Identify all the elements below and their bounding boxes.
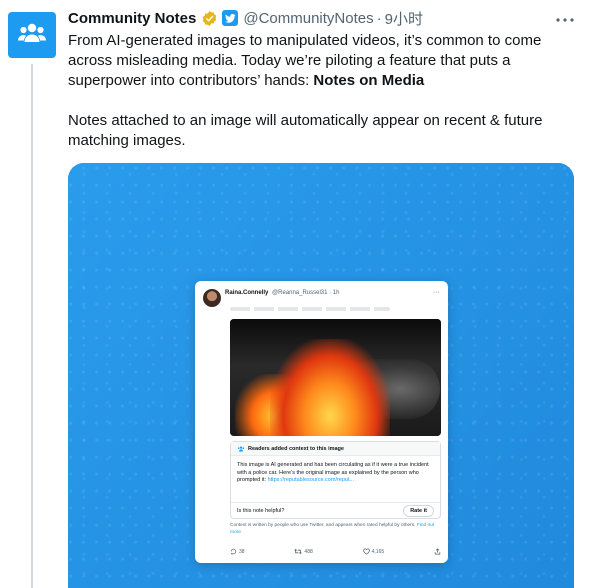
card-retweet: 488 xyxy=(294,548,313,557)
twitter-bird-badge-icon[interactable] xyxy=(222,10,239,26)
retweet-count: 488 xyxy=(304,549,313,555)
tweet-paragraph-2: Notes attached to an image will automati… xyxy=(68,112,543,149)
tweet-paragraph-1: From AI-generated images to manipulated … xyxy=(68,31,574,91)
tweet-media-image[interactable]: Raina.Connelly @Reanna_Russel31 · 1h ··· xyxy=(68,163,574,588)
tweet-header: Community Notes @CommunityNotes · 9小时 xyxy=(68,8,423,28)
separator-dot: · xyxy=(376,9,382,27)
card-author-name: Raina.Connelly xyxy=(225,290,269,296)
community-note-box: Readers added context to this image This… xyxy=(230,441,441,519)
reply-icon xyxy=(230,548,237,557)
card-text-placeholder xyxy=(230,307,390,311)
like-count: 4,165 xyxy=(371,549,385,555)
embedded-tweet-card: Raina.Connelly @Reanna_Russel31 · 1h ··· xyxy=(195,281,448,563)
note-link: https://reputablesource.com/reput... xyxy=(267,477,355,483)
note-body: This image is AI generated and has been … xyxy=(237,462,437,485)
verified-badge-icon[interactable] xyxy=(201,10,218,27)
tweet-paragraph-1-bold: Notes on Media xyxy=(313,72,425,89)
share-icon xyxy=(434,547,441,557)
tweet-paragraph-1-text: From AI-generated images to manipulated … xyxy=(68,32,542,89)
author-handle[interactable]: @CommunityNotes xyxy=(243,10,373,27)
thread-line xyxy=(31,64,33,588)
card-header: Raina.Connelly @Reanna_Russel31 · 1h xyxy=(225,290,339,296)
rate-it-button: Rate it xyxy=(403,505,434,517)
community-notes-avatar[interactable] xyxy=(8,12,56,58)
more-options-button[interactable] xyxy=(552,6,578,30)
tweet-text: From AI-generated images to manipulated … xyxy=(68,31,574,171)
card-author-handle: @Reanna_Russel31 · 1h xyxy=(272,290,340,296)
ellipsis-icon xyxy=(556,9,574,27)
note-title: Readers added context to this image xyxy=(231,442,440,456)
people-group-icon xyxy=(237,445,245,452)
note-footer: Context is written by people who use Twi… xyxy=(230,523,441,536)
note-footer-text: Context is written by people who use Twi… xyxy=(230,523,417,528)
retweet-icon xyxy=(294,548,303,557)
author-name[interactable]: Community Notes xyxy=(68,10,196,27)
card-like: 4,165 xyxy=(362,548,385,557)
reply-count: 38 xyxy=(239,549,245,555)
heart-icon xyxy=(362,548,370,557)
card-ellipsis-icon: ··· xyxy=(433,289,440,296)
note-title-text: Readers added context to this image xyxy=(248,445,344,452)
note-helpful-row: Is this note helpful? Rate it xyxy=(231,502,440,519)
burning-car-image xyxy=(230,319,441,436)
card-avatar xyxy=(203,289,221,307)
people-group-icon xyxy=(18,22,46,49)
card-reply: 38 xyxy=(230,548,245,557)
tweet-timestamp[interactable]: 9小时 xyxy=(385,8,423,29)
helpful-question: Is this note helpful? xyxy=(237,508,285,514)
card-share xyxy=(434,547,441,557)
card-action-bar: 38 488 4,165 xyxy=(230,547,441,557)
